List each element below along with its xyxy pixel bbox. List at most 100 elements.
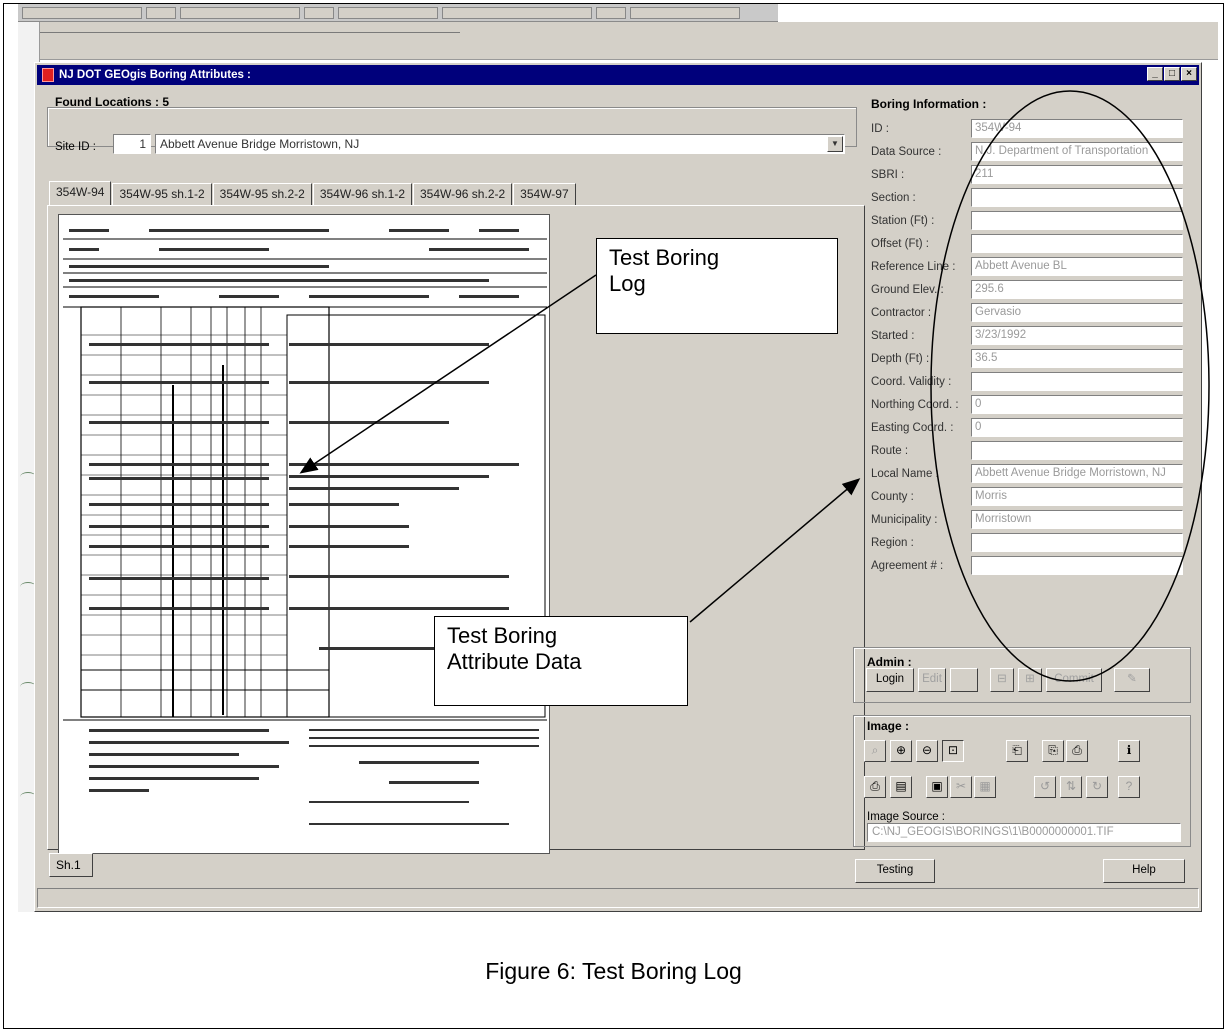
callout-line: Test Boring bbox=[447, 623, 558, 648]
status-bar bbox=[37, 888, 1199, 908]
info-label: Northing Coord. : bbox=[871, 399, 959, 411]
info-label: ID : bbox=[871, 123, 889, 135]
info-row-county: County : Morris bbox=[871, 487, 1191, 507]
minimize-button[interactable]: _ bbox=[1147, 67, 1163, 81]
info-label: Station (Ft) : bbox=[871, 215, 935, 227]
info-row-reference-line: Reference Line : Abbett Avenue BL bbox=[871, 257, 1191, 277]
testing-button[interactable]: Testing bbox=[855, 859, 935, 883]
close-button[interactable]: × bbox=[1181, 67, 1197, 81]
print-icon[interactable]: ⎙ bbox=[864, 776, 886, 798]
tab-354w-96-sh2[interactable]: 354W-96 sh.2-2 bbox=[413, 183, 513, 205]
boring-attributes-window: NJ DOT GEOgis Boring Attributes : _ □ × … bbox=[34, 62, 1202, 912]
info-label: Coord. Validity : bbox=[871, 376, 952, 388]
background-window bbox=[18, 22, 1218, 60]
print-preview-icon[interactable]: ▤ bbox=[890, 776, 912, 798]
municipality-field[interactable]: Morristown bbox=[971, 510, 1183, 529]
app-icon bbox=[42, 68, 54, 82]
login-button[interactable]: Login bbox=[866, 668, 914, 692]
callout-line: Log bbox=[609, 271, 646, 296]
fit-page-icon[interactable]: ⊡ bbox=[942, 740, 964, 762]
site-id-field[interactable]: 1 bbox=[113, 134, 151, 154]
boring-log-scan bbox=[63, 229, 547, 825]
cut-icon[interactable]: ✂ bbox=[950, 776, 972, 798]
edit-button[interactable]: Edit bbox=[918, 668, 946, 692]
image-source-label: Image Source : bbox=[867, 811, 945, 823]
station-field[interactable] bbox=[971, 211, 1183, 230]
blank-button[interactable] bbox=[950, 668, 978, 692]
boring-information-panel: Boring Information : ID : 354W-94 Data So… bbox=[853, 97, 1191, 687]
ground-elev-field[interactable]: 295.6 bbox=[971, 280, 1183, 299]
started-field[interactable]: 3/23/1992 bbox=[971, 326, 1183, 345]
image-source-field[interactable]: C:\NJ_GEOGIS\BORINGS\1\B0000000001.TIF bbox=[867, 823, 1181, 842]
coord-validity-field[interactable] bbox=[971, 372, 1183, 391]
flip-icon[interactable]: ⇅ bbox=[1060, 776, 1082, 798]
signature-icon[interactable]: ✎ bbox=[1114, 668, 1150, 692]
zoom-icon[interactable]: ⌕ bbox=[864, 740, 886, 762]
rotate-left-icon[interactable]: ↺ bbox=[1034, 776, 1056, 798]
site-select[interactable]: Abbett Avenue Bridge Morristown, NJ ▼ bbox=[155, 134, 845, 154]
callout-test-boring-log: Test Boring Log bbox=[596, 238, 838, 334]
first-page-icon[interactable]: ⎗ bbox=[1006, 740, 1028, 762]
contractor-field[interactable]: Gervasio bbox=[971, 303, 1183, 322]
info-label: SBRI : bbox=[871, 169, 905, 181]
info-row-section: Section : bbox=[871, 188, 1191, 208]
info-row-route: Route : bbox=[871, 441, 1191, 461]
offset-field[interactable] bbox=[971, 234, 1183, 253]
local-name-field[interactable]: Abbett Avenue Bridge Morristown, NJ bbox=[971, 464, 1183, 483]
info-row-local-name: Local Name : Abbett Avenue Bridge Morrist… bbox=[871, 464, 1191, 484]
site-id-label: Site ID : bbox=[55, 141, 96, 153]
rotate-right-icon[interactable]: ↻ bbox=[1086, 776, 1108, 798]
info-label: Section : bbox=[871, 192, 916, 204]
help-page-icon[interactable]: ? bbox=[1118, 776, 1140, 798]
tab-354w-94[interactable]: 354W-94 bbox=[49, 181, 112, 205]
zoom-in-icon[interactable]: ⊕ bbox=[890, 740, 912, 762]
boring-information-title: Boring Information : bbox=[871, 97, 987, 111]
page-icon[interactable]: ⎘ bbox=[1042, 740, 1064, 762]
northing-field[interactable]: 0 bbox=[971, 395, 1183, 414]
info-label: Offset (Ft) : bbox=[871, 238, 929, 250]
commit-button[interactable]: Commit bbox=[1046, 668, 1102, 692]
id-field[interactable]: 354W-94 bbox=[971, 119, 1183, 138]
tab-354w-96-sh1[interactable]: 354W-96 sh.1-2 bbox=[312, 183, 412, 205]
info-row-ground-elev: Ground Elev. : 295.6 bbox=[871, 280, 1191, 300]
save-icon[interactable]: ▣ bbox=[926, 776, 948, 798]
record-plus-icon[interactable]: ⊞ bbox=[1018, 668, 1042, 692]
callout-line: Attribute Data bbox=[447, 649, 582, 674]
info-row-region: Region : bbox=[871, 533, 1191, 553]
info-icon[interactable]: ℹ bbox=[1118, 740, 1140, 762]
info-row-id: ID : 354W-94 bbox=[871, 119, 1191, 139]
info-label: Ground Elev. : bbox=[871, 284, 944, 296]
tab-354w-97[interactable]: 354W-97 bbox=[513, 183, 576, 205]
county-field[interactable]: Morris bbox=[971, 487, 1183, 506]
data-source-field[interactable]: N.J. Department of Transportation bbox=[971, 142, 1183, 161]
region-field[interactable] bbox=[971, 533, 1183, 552]
tab-354w-95-sh1[interactable]: 354W-95 sh.1-2 bbox=[112, 183, 212, 205]
help-button[interactable]: Help bbox=[1103, 859, 1185, 883]
title-bar[interactable]: NJ DOT GEOgis Boring Attributes : _ □ × bbox=[37, 65, 1199, 85]
boring-log-image bbox=[58, 214, 550, 854]
reference-line-field[interactable]: Abbett Avenue BL bbox=[971, 257, 1183, 276]
next-page-icon[interactable]: ⎙ bbox=[1066, 740, 1088, 762]
agreement-field[interactable] bbox=[971, 556, 1183, 575]
zoom-out-icon[interactable]: ⊖ bbox=[916, 740, 938, 762]
info-label: Started : bbox=[871, 330, 915, 342]
info-row-sbri: SBRI : 211 bbox=[871, 165, 1191, 185]
info-label: Contractor : bbox=[871, 307, 932, 319]
easting-field[interactable]: 0 bbox=[971, 418, 1183, 437]
tab-354w-95-sh2[interactable]: 354W-95 sh.2-2 bbox=[212, 183, 312, 205]
info-row-station: Station (Ft) : bbox=[871, 211, 1191, 231]
info-row-coord-validity: Coord. Validity : bbox=[871, 372, 1191, 392]
section-field[interactable] bbox=[971, 188, 1183, 207]
paste-icon[interactable]: ▦ bbox=[974, 776, 996, 798]
route-field[interactable] bbox=[971, 441, 1183, 460]
sheet-tab[interactable]: Sh.1 bbox=[49, 853, 93, 877]
info-label: Data Source : bbox=[871, 146, 942, 158]
depth-field[interactable]: 36.5 bbox=[971, 349, 1183, 368]
info-label: Reference Line : bbox=[871, 261, 956, 273]
sbri-field[interactable]: 211 bbox=[971, 165, 1183, 184]
record-minus-icon[interactable]: ⊟ bbox=[990, 668, 1014, 692]
info-row-started: Started : 3/23/1992 bbox=[871, 326, 1191, 346]
maximize-button[interactable]: □ bbox=[1164, 67, 1180, 81]
chevron-down-icon[interactable]: ▼ bbox=[827, 136, 843, 152]
info-label: County : bbox=[871, 491, 914, 503]
